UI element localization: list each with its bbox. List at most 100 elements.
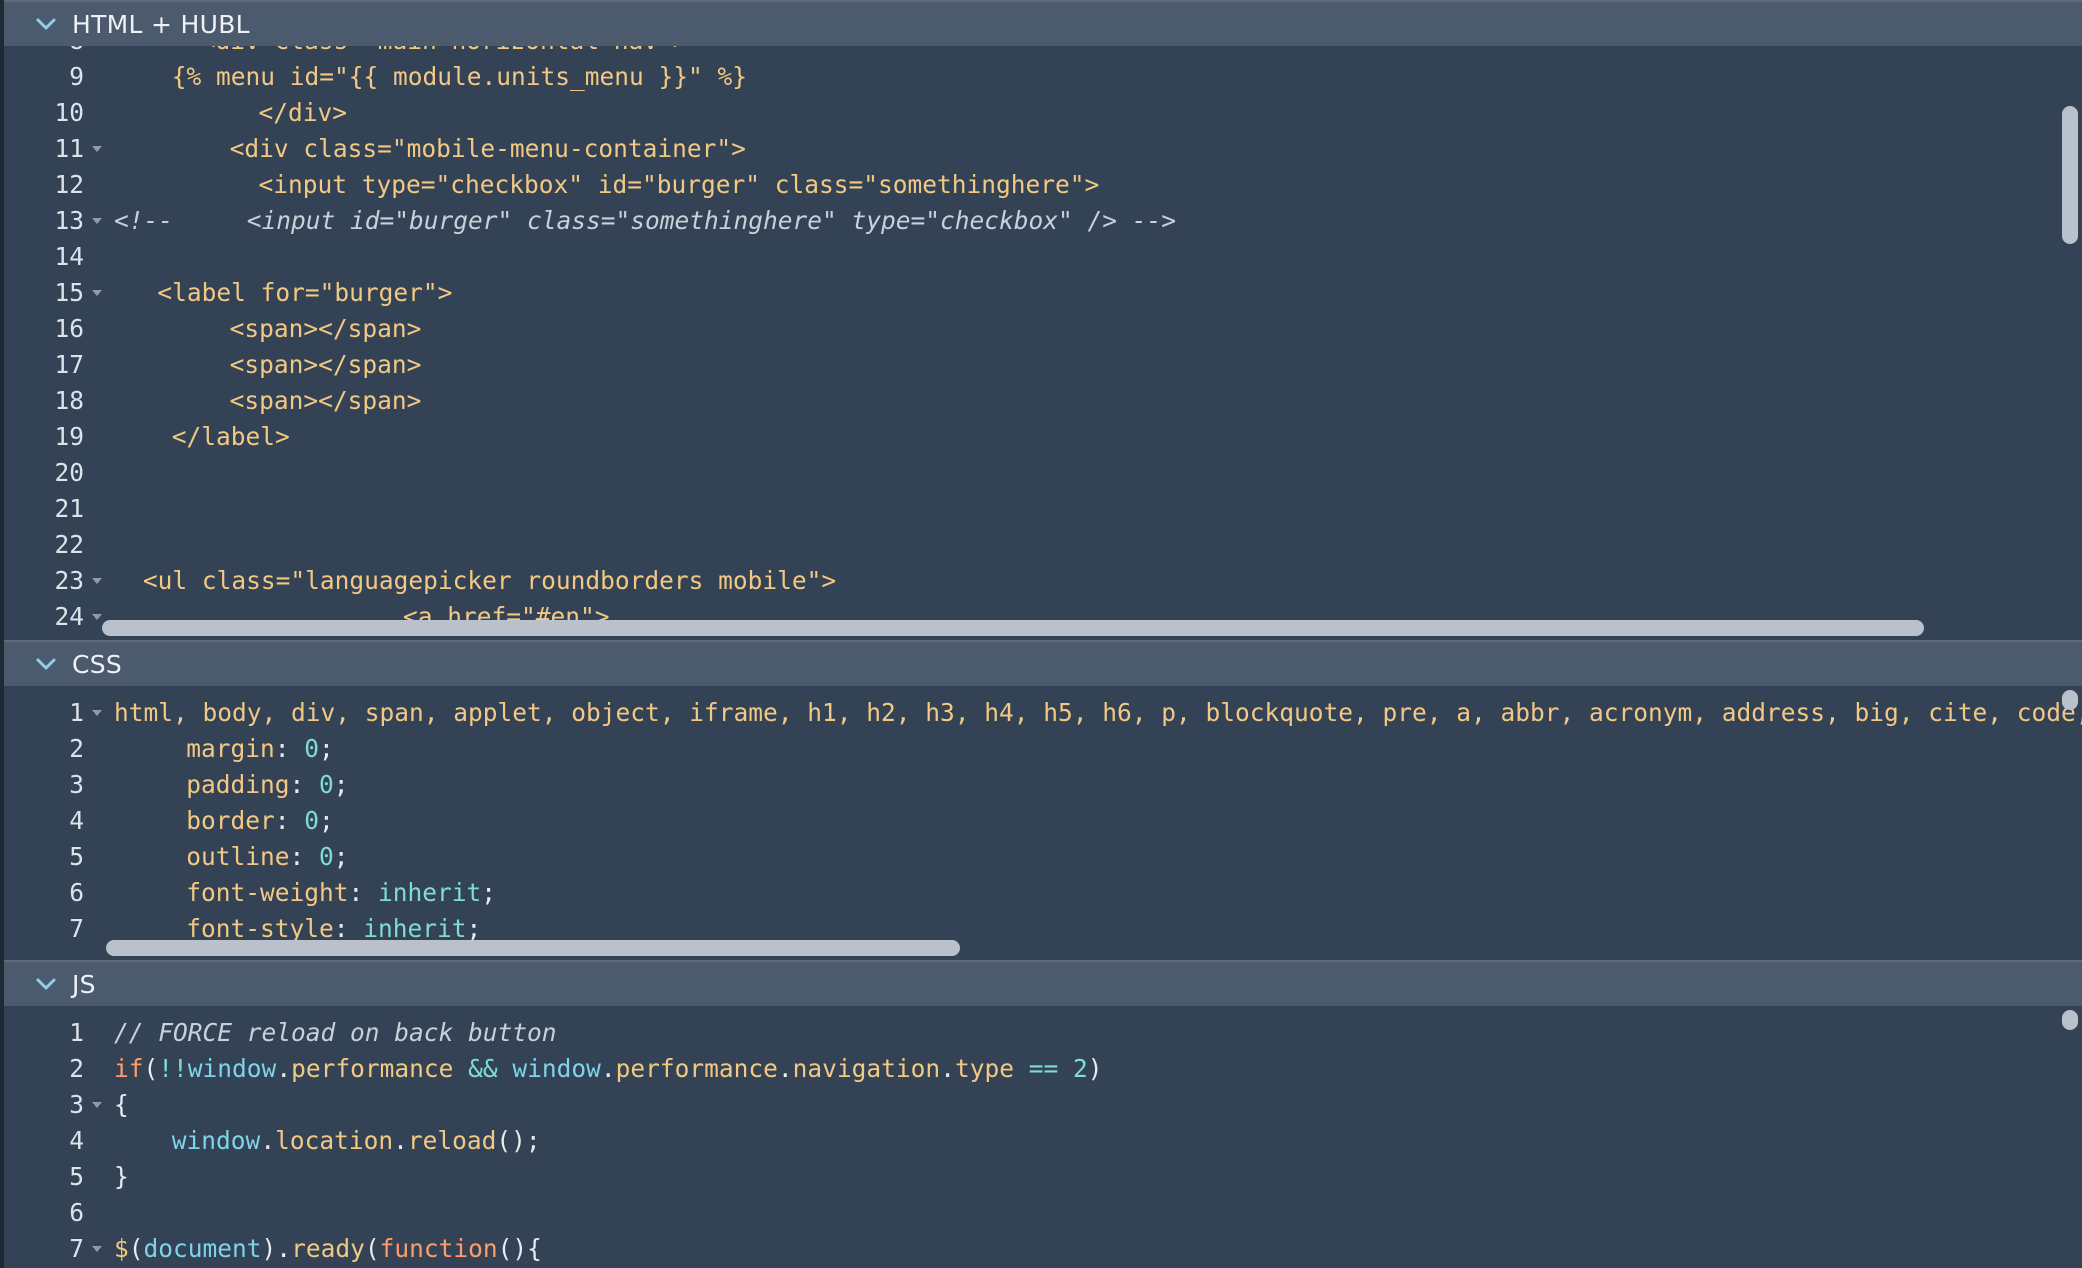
- code-token: <span></span>: [229, 314, 422, 343]
- code-token: type: [954, 1054, 1014, 1083]
- js-editor[interactable]: 1// FORCE reload on back button 2 if(!!win…: [4, 1006, 2082, 1268]
- line-number: 17: [54, 350, 84, 379]
- code-token: .: [777, 1054, 793, 1083]
- html-vertical-scrollbar[interactable]: [2062, 106, 2078, 244]
- code-text: html, body, div, span, applet, object, i…: [114, 695, 2082, 731]
- code-token: ==: [1013, 1054, 1073, 1083]
- code-line[interactable]: 14: [4, 239, 2082, 275]
- code-token: ready: [291, 1234, 365, 1263]
- code-token: $: [114, 1234, 129, 1263]
- code-line[interactable]: 3 padding: 0;: [4, 767, 2082, 803]
- fold-arrow-icon[interactable]: [88, 1231, 106, 1267]
- code-line[interactable]: 6: [4, 1195, 2082, 1231]
- code-line[interactable]: 3{: [4, 1087, 2082, 1123]
- fold-arrow-icon[interactable]: [88, 275, 106, 311]
- code-token: :: [289, 770, 320, 799]
- code-line[interactable]: 5}: [4, 1159, 2082, 1195]
- code-line[interactable]: 16 <span></span>: [4, 311, 2082, 347]
- line-number: 7: [69, 1234, 84, 1263]
- line-number: 14: [54, 242, 84, 271]
- code-text: <input type="checkbox" id="burger" class…: [259, 167, 1100, 203]
- code-token: <div class="mobile-menu-container">: [229, 134, 746, 163]
- code-token: navigation: [792, 1054, 941, 1083]
- code-text: window.location.reload();: [172, 1123, 541, 1159]
- code-line[interactable]: 6 font-weight: inherit;: [4, 875, 2082, 911]
- code-line[interactable]: 2 if(!!window.performance && window.perfo…: [4, 1051, 2082, 1087]
- fold-arrow-icon[interactable]: [88, 563, 106, 599]
- code-text: $(document).ready(function(){: [114, 1231, 542, 1267]
- code-token: <!-- <input id="burger" class="something…: [114, 206, 1177, 235]
- code-line[interactable]: 13 <!-- <input id="burger" class="somethi…: [4, 203, 2082, 239]
- fold-arrow-icon[interactable]: [88, 695, 106, 731]
- code-token: border: [186, 806, 275, 835]
- line-number: 19: [54, 422, 84, 451]
- code-token: window: [187, 1054, 277, 1083]
- code-line[interactable]: 1 // FORCE reload on back button: [4, 1015, 2082, 1051]
- code-line[interactable]: 15 <label for="burger">: [4, 275, 2082, 311]
- css-vertical-scrollbar[interactable]: [2062, 690, 2078, 710]
- chevron-down-icon[interactable]: [24, 642, 68, 686]
- css-horizontal-scrollbar[interactable]: [106, 940, 960, 956]
- code-token: html, body, div, span, applet, object, i…: [114, 698, 2082, 727]
- line-number: 23: [54, 566, 84, 595]
- code-line[interactable]: 8 <div class="main-horizontal-nav">: [4, 46, 2082, 59]
- code-token: <label for="burger">: [157, 278, 453, 307]
- code-token: inherit: [378, 878, 482, 907]
- code-line[interactable]: 21: [4, 491, 2082, 527]
- code-token: .: [393, 1126, 408, 1155]
- code-line[interactable]: 11 <div class="mobile-menu-container">: [4, 131, 2082, 167]
- fold-arrow-icon[interactable]: [88, 203, 106, 239]
- code-token: :: [289, 842, 320, 871]
- code-text: <span></span>: [230, 347, 422, 383]
- code-line[interactable]: 7 $(document).ready(function(){: [4, 1231, 2082, 1267]
- code-text: }: [114, 1159, 129, 1195]
- code-line[interactable]: 5 outline: 0;: [4, 839, 2082, 875]
- code-token: .: [940, 1054, 955, 1083]
- code-token: 0: [319, 770, 334, 799]
- panel-title: JS: [72, 969, 96, 999]
- code-line[interactable]: 18 <span></span>: [4, 383, 2082, 419]
- code-token: ).: [261, 1234, 292, 1263]
- line-number: 11: [54, 134, 84, 163]
- code-line[interactable]: 9 {% menu id="{{ module.units_menu }}" %}: [4, 59, 2082, 95]
- html-panel: 8 <div class="main-horizontal-nav"> 9 {% me…: [4, 0, 2082, 640]
- code-line[interactable]: 1 html, body, div, span, applet, object, …: [4, 695, 2082, 731]
- code-line[interactable]: 23 <ul class="languagepicker roundborders…: [4, 563, 2082, 599]
- code-line[interactable]: 19 </label>: [4, 419, 2082, 455]
- code-line[interactable]: 10 </div>: [4, 95, 2082, 131]
- line-number: 5: [69, 1162, 84, 1191]
- code-line[interactable]: 12 <input type="checkbox" id="burger" cla…: [4, 167, 2082, 203]
- fold-arrow-icon[interactable]: [88, 1087, 106, 1123]
- code-line[interactable]: 2 margin: 0;: [4, 731, 2082, 767]
- code-token: ();: [496, 1126, 541, 1155]
- code-line[interactable]: 4 window.location.reload();: [4, 1123, 2082, 1159]
- code-token: {% menu id="{{ module.units_menu }}" %}: [171, 62, 748, 91]
- js-vertical-scrollbar[interactable]: [2062, 1010, 2078, 1030]
- html-horizontal-scrollbar[interactable]: [102, 620, 1924, 636]
- html-panel-header[interactable]: HTML + HUBL: [4, 0, 2082, 46]
- code-token: .: [600, 1054, 616, 1083]
- code-line[interactable]: 4 border: 0;: [4, 803, 2082, 839]
- line-number: 2: [69, 1054, 84, 1083]
- code-token: font-style: [186, 914, 334, 943]
- code-token: window: [171, 1126, 261, 1155]
- left-edge: [0, 0, 4, 1268]
- html-editor[interactable]: 8 <div class="main-horizontal-nav"> 9 {% me…: [4, 46, 2082, 640]
- css-panel-header[interactable]: CSS: [4, 640, 2082, 686]
- fold-arrow-icon[interactable]: [88, 131, 106, 167]
- code-line[interactable]: 22: [4, 527, 2082, 563]
- code-token: }: [114, 1162, 129, 1191]
- code-token: :: [274, 806, 305, 835]
- code-token: if: [114, 1054, 144, 1083]
- code-text: margin: 0;: [186, 731, 334, 767]
- code-token: ;: [333, 770, 349, 799]
- css-editor[interactable]: 1 html, body, div, span, applet, object, …: [4, 686, 2082, 960]
- code-token: :: [348, 878, 379, 907]
- code-token: (: [143, 1054, 159, 1083]
- code-line[interactable]: 20: [4, 455, 2082, 491]
- code-line[interactable]: 17 <span></span>: [4, 347, 2082, 383]
- code-token: &&: [453, 1054, 513, 1083]
- js-panel-header[interactable]: JS: [4, 960, 2082, 1006]
- chevron-down-icon[interactable]: [24, 2, 68, 46]
- chevron-down-icon[interactable]: [24, 962, 68, 1006]
